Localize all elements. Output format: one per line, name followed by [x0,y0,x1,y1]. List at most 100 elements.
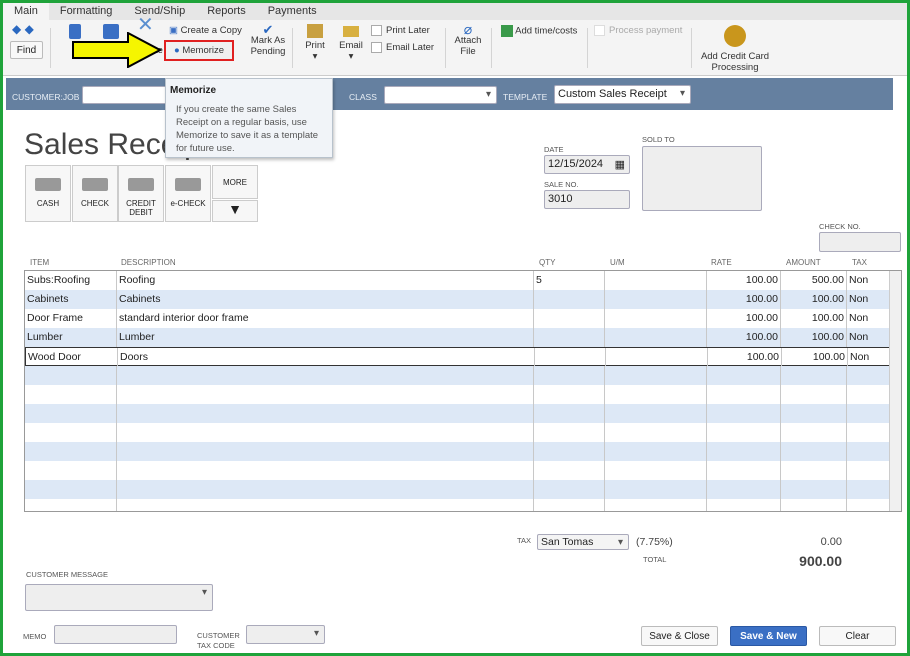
customer-tax-code-select[interactable] [246,625,325,644]
cell-item[interactable] [25,404,117,423]
cell-rate[interactable] [707,423,781,442]
table-row[interactable]: Subs:Roofing Roofing 5 100.00 500.00 Non [25,271,890,290]
sold-to-input[interactable] [642,146,762,211]
column-header-um[interactable]: U/M [610,258,625,267]
cell-item[interactable] [25,385,117,404]
cell-rate[interactable] [707,385,781,404]
cell-um[interactable] [605,366,707,385]
cell-rate[interactable]: 100.00 [708,348,782,367]
cell-desc[interactable] [117,385,534,404]
cell-item[interactable] [25,366,117,385]
tab-payments[interactable]: Payments [257,3,328,20]
save-new-button[interactable]: Save & New [730,626,807,646]
cell-rate[interactable]: 100.00 [707,328,781,347]
table-row[interactable] [25,404,890,423]
cell-amount[interactable] [781,461,847,480]
customer-job-input[interactable] [82,86,172,104]
cell-amount[interactable]: 500.00 [781,271,847,290]
mark-pending-button[interactable]: ✔ Mark As Pending [247,23,289,57]
cell-item[interactable] [25,499,117,511]
cell-amount[interactable]: 100.00 [781,328,847,347]
cell-item[interactable] [25,480,117,499]
create-copy-button[interactable]: ▣ Create a Copy [169,25,242,36]
print-button[interactable]: Print ▾ [303,24,327,62]
cell-amount[interactable] [781,404,847,423]
cell-desc[interactable]: standard interior door frame [117,309,534,328]
add-time-costs-button[interactable]: Add time/costs [501,25,577,37]
cell-amount[interactable]: 100.00 [781,309,847,328]
cell-amount[interactable] [781,366,847,385]
cell-amount[interactable]: 100.00 [781,290,847,309]
cell-tax[interactable] [847,385,890,404]
customer-message-select[interactable] [25,584,213,611]
cell-rate[interactable] [707,461,781,480]
cell-qty[interactable] [534,499,605,511]
memorize-button[interactable]: ● Memorize [164,40,234,61]
column-header-desc[interactable]: DESCRIPTION [121,258,176,267]
table-row[interactable]: Door Frame standard interior door frame 10… [25,309,890,328]
email-button[interactable]: Email ▾ [338,24,364,62]
cell-desc[interactable] [117,366,534,385]
payment-1-button[interactable]: CHECK [72,165,118,222]
cell-desc[interactable] [117,499,534,511]
delete-icon[interactable]: ✕ [137,15,154,35]
calendar-icon[interactable]: ▦ [615,158,625,171]
cell-desc[interactable] [117,480,534,499]
clear-button[interactable]: Clear [819,626,896,646]
cell-qty[interactable] [534,480,605,499]
cell-desc[interactable]: Doors [118,348,535,367]
cell-amount[interactable]: 100.00 [782,348,848,367]
cell-um[interactable] [605,309,707,328]
cell-rate[interactable] [707,499,781,511]
print-later-checkbox[interactable]: Print Later [371,25,430,36]
column-header-qty[interactable]: QTY [539,258,555,267]
cell-rate[interactable]: 100.00 [707,290,781,309]
cell-qty[interactable] [534,461,605,480]
tab-send-ship[interactable]: Send/Ship [123,3,196,20]
cell-um[interactable] [605,290,707,309]
cell-tax[interactable] [847,404,890,423]
cell-item[interactable] [25,442,117,461]
cell-um[interactable] [605,271,707,290]
cell-qty[interactable] [534,404,605,423]
column-header-rate[interactable]: RATE [711,258,732,267]
cell-rate[interactable] [707,366,781,385]
cell-tax[interactable] [847,442,890,461]
cell-qty[interactable] [534,385,605,404]
table-row[interactable]: Lumber Lumber 100.00 100.00 Non [25,328,890,347]
cell-amount[interactable] [781,385,847,404]
tab-main[interactable]: Main [3,3,49,20]
cell-um[interactable] [605,328,707,347]
cell-qty[interactable] [534,328,605,347]
cell-item[interactable]: Door Frame [25,309,117,328]
cell-item[interactable]: Cabinets [25,290,117,309]
more-dropdown-icon[interactable]: ▼ [212,200,258,222]
payment-0-button[interactable]: CASH [25,165,71,222]
cell-tax[interactable] [847,423,890,442]
cell-item[interactable]: Subs:Roofing [25,271,117,290]
class-select[interactable] [384,86,497,104]
cell-qty[interactable]: 5 [534,271,605,290]
column-header-item[interactable]: ITEM [30,258,49,267]
payment-2-button[interactable]: CREDIT DEBIT [118,165,164,222]
cell-amount[interactable] [781,423,847,442]
table-scrollbar[interactable] [889,271,901,511]
cell-um[interactable] [605,461,707,480]
prev-next-arrows-icon[interactable]: ◆ ◆ [12,23,34,35]
table-row[interactable] [25,499,890,511]
cell-amount[interactable] [781,442,847,461]
cell-amount[interactable] [781,480,847,499]
cell-qty[interactable] [534,423,605,442]
cell-tax[interactable] [847,499,890,511]
cell-qty[interactable] [534,290,605,309]
cell-desc[interactable] [117,461,534,480]
tab-formatting[interactable]: Formatting [49,3,124,20]
cell-qty[interactable] [534,366,605,385]
template-select[interactable]: Custom Sales Receipt [554,85,691,104]
table-row[interactable] [25,423,890,442]
cell-item[interactable]: Lumber [25,328,117,347]
cell-desc[interactable]: Roofing [117,271,534,290]
table-row[interactable] [25,442,890,461]
cell-um[interactable] [605,499,707,511]
cell-item[interactable] [25,461,117,480]
